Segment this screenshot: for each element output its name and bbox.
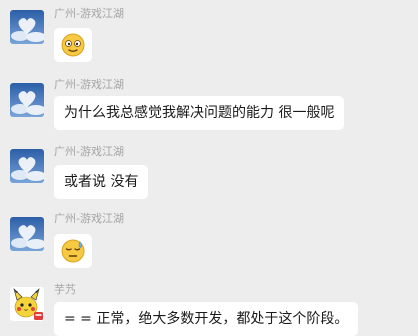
sender-avatar[interactable] (10, 149, 44, 183)
sender-name: 广州-游戏江湖 (54, 7, 124, 20)
sender-avatar[interactable] (10, 287, 44, 321)
sender-avatar[interactable] (10, 217, 44, 251)
sender-avatar[interactable] (10, 83, 44, 117)
sender-name: 广州-游戏江湖 (54, 212, 124, 225)
sweat-face-emoji-icon (61, 239, 85, 263)
sky-heart-cloud-icon (10, 83, 44, 117)
sky-heart-cloud-icon (10, 10, 44, 44)
message-bubble[interactable] (54, 234, 92, 268)
pikachu-icon (10, 287, 44, 321)
sender-avatar[interactable] (10, 10, 44, 44)
sky-heart-cloud-icon (10, 149, 44, 183)
message-bubble[interactable] (54, 28, 92, 62)
message-bubble[interactable]: 为什么我总感觉我解决问题的能力 很一般呢 (54, 96, 345, 130)
sender-name: 广州-游戏江湖 (54, 78, 124, 91)
squinting-face-emoji-icon (61, 33, 85, 57)
sky-heart-cloud-icon (10, 217, 44, 251)
message-bubble[interactable]: 或者说 没有 (54, 165, 149, 199)
sender-name: 广州-游戏江湖 (54, 145, 124, 158)
message-bubble[interactable]: = = 正常，绝大多数开发，都处于这个阶段。 (54, 302, 359, 336)
sender-name: 芋艿 (54, 283, 76, 296)
